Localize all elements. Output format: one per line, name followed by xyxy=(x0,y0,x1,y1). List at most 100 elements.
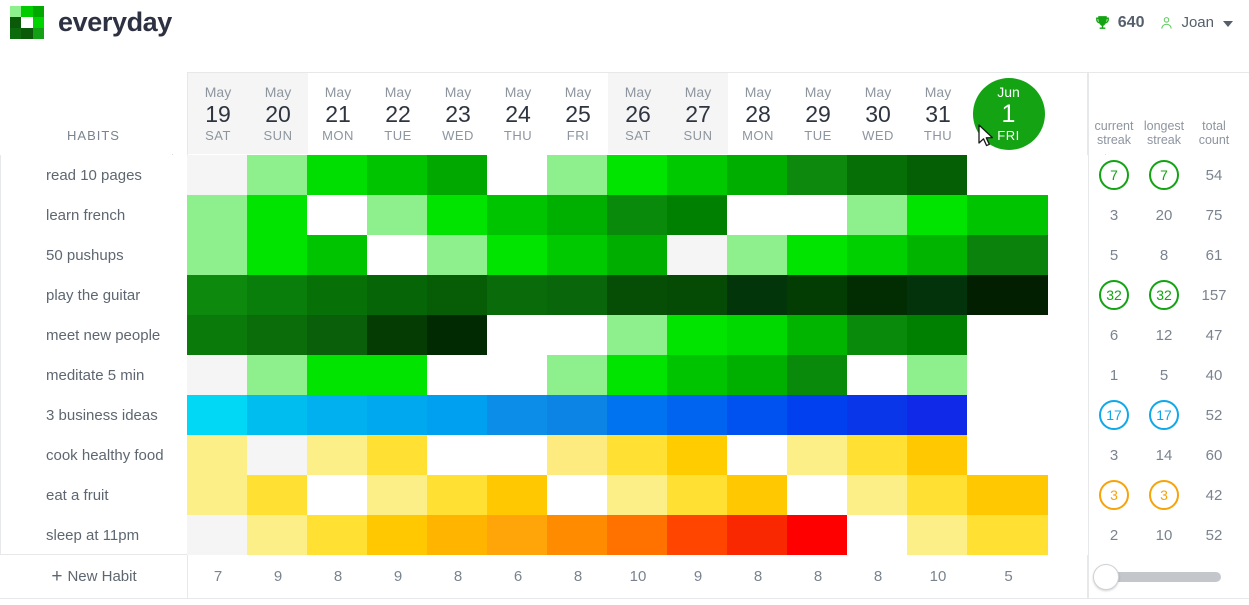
heatmap-cell[interactable] xyxy=(427,315,487,355)
heatmap-cell[interactable] xyxy=(547,155,607,195)
heatmap-cell[interactable] xyxy=(847,395,907,435)
slider-track[interactable] xyxy=(1093,563,1221,590)
heatmap-cell[interactable] xyxy=(367,275,427,315)
habit-name-4[interactable]: meet new people xyxy=(1,315,187,355)
heatmap-cell[interactable] xyxy=(847,275,907,315)
heatmap-cell[interactable] xyxy=(247,475,307,515)
heatmap-cell[interactable] xyxy=(907,315,967,355)
habit-name-1[interactable]: learn french xyxy=(1,195,187,235)
heatmap-cell[interactable] xyxy=(187,155,247,195)
heatmap-cell[interactable] xyxy=(847,315,907,355)
heatmap-cell[interactable] xyxy=(487,355,547,395)
heatmap-cell[interactable] xyxy=(907,355,967,395)
heatmap-cell[interactable] xyxy=(307,515,367,555)
heatmap-cell[interactable] xyxy=(847,435,907,475)
heatmap-cell[interactable] xyxy=(247,275,307,315)
slider-handle[interactable] xyxy=(1093,563,1119,590)
heatmap-cell[interactable] xyxy=(547,275,607,315)
heatmap-cell[interactable] xyxy=(427,235,487,275)
heatmap-cell[interactable] xyxy=(307,355,367,395)
day-header-10[interactable]: May 29 TUE xyxy=(788,73,848,154)
heatmap-cell[interactable] xyxy=(367,235,427,275)
day-header-8[interactable]: May 27 SUN xyxy=(668,73,728,154)
day-header-3[interactable]: May 22 TUE xyxy=(368,73,428,154)
heatmap-cell[interactable] xyxy=(187,195,247,235)
heatmap-cell[interactable] xyxy=(547,475,607,515)
heatmap-cell[interactable] xyxy=(907,395,967,435)
heatmap-cell[interactable] xyxy=(787,195,847,235)
heatmap-cell[interactable] xyxy=(907,155,967,195)
heatmap-cell[interactable] xyxy=(607,515,667,555)
heatmap-cell[interactable] xyxy=(607,315,667,355)
heatmap-cell[interactable] xyxy=(967,355,1048,395)
heatmap-cell[interactable] xyxy=(367,435,427,475)
heatmap-cell[interactable] xyxy=(247,435,307,475)
heatmap-cell[interactable] xyxy=(187,355,247,395)
heatmap-cell[interactable] xyxy=(187,315,247,355)
heatmap-cell[interactable] xyxy=(307,195,367,235)
heatmap-cell[interactable] xyxy=(727,195,787,235)
heatmap-cell[interactable] xyxy=(667,235,727,275)
day-header-13[interactable]: Jun 1 FRI xyxy=(968,73,1049,154)
heatmap-cell[interactable] xyxy=(787,315,847,355)
heatmap-cell[interactable] xyxy=(847,515,907,555)
heatmap-cell[interactable] xyxy=(427,195,487,235)
heatmap-cell[interactable] xyxy=(607,195,667,235)
heatmap-cell[interactable] xyxy=(727,395,787,435)
heatmap-cell[interactable] xyxy=(547,235,607,275)
heatmap-cell[interactable] xyxy=(607,395,667,435)
heatmap-cell[interactable] xyxy=(847,235,907,275)
heatmap-cell[interactable] xyxy=(487,315,547,355)
heatmap-cell[interactable] xyxy=(487,155,547,195)
heatmap-cell[interactable] xyxy=(787,355,847,395)
heatmap-cell[interactable] xyxy=(607,435,667,475)
heatmap-cell[interactable] xyxy=(487,275,547,315)
heatmap-cell[interactable] xyxy=(487,395,547,435)
heatmap-cell[interactable] xyxy=(547,395,607,435)
heatmap-cell[interactable] xyxy=(187,515,247,555)
heatmap-cell[interactable] xyxy=(367,355,427,395)
heatmap-cell[interactable] xyxy=(247,515,307,555)
day-header-4[interactable]: May 23 WED xyxy=(428,73,488,154)
habit-name-7[interactable]: cook healthy food xyxy=(1,435,187,475)
heatmap-cell[interactable] xyxy=(247,395,307,435)
heatmap-cell[interactable] xyxy=(427,355,487,395)
heatmap-cell[interactable] xyxy=(727,355,787,395)
habit-name-0[interactable]: read 10 pages xyxy=(1,155,187,195)
heatmap-cell[interactable] xyxy=(307,435,367,475)
habit-name-5[interactable]: meditate 5 min xyxy=(1,355,187,395)
heatmap-cell[interactable] xyxy=(727,435,787,475)
heatmap-cell[interactable] xyxy=(787,275,847,315)
heatmap-cell[interactable] xyxy=(247,235,307,275)
heatmap-cell[interactable] xyxy=(427,395,487,435)
heatmap-cell[interactable] xyxy=(367,515,427,555)
heatmap-cell[interactable] xyxy=(307,395,367,435)
habit-name-6[interactable]: 3 business ideas xyxy=(1,395,187,435)
heatmap-cell[interactable] xyxy=(367,395,427,435)
heatmap-cell[interactable] xyxy=(667,475,727,515)
day-header-7[interactable]: May 26 SAT xyxy=(608,73,668,154)
heatmap-cell[interactable] xyxy=(367,155,427,195)
heatmap-cell[interactable] xyxy=(667,275,727,315)
heatmap-cell[interactable] xyxy=(727,155,787,195)
zoom-slider[interactable] xyxy=(1088,555,1249,599)
heatmap-cell[interactable] xyxy=(727,475,787,515)
chevron-down-icon[interactable] xyxy=(1223,21,1233,27)
heatmap-cell[interactable] xyxy=(187,395,247,435)
user-name[interactable]: Joan xyxy=(1181,14,1214,31)
heatmap-cell[interactable] xyxy=(787,515,847,555)
heatmap-cell[interactable] xyxy=(607,475,667,515)
heatmap-cell[interactable] xyxy=(967,275,1048,315)
heatmap-cell[interactable] xyxy=(967,475,1048,515)
heatmap-cell[interactable] xyxy=(367,315,427,355)
heatmap-cell[interactable] xyxy=(667,435,727,475)
heatmap-cell[interactable] xyxy=(187,475,247,515)
heatmap-cell[interactable] xyxy=(967,515,1048,555)
heatmap-cell[interactable] xyxy=(307,155,367,195)
heatmap-cell[interactable] xyxy=(607,235,667,275)
heatmap-cell[interactable] xyxy=(307,275,367,315)
heatmap-cell[interactable] xyxy=(187,235,247,275)
heatmap-cell[interactable] xyxy=(967,435,1048,475)
heatmap-cell[interactable] xyxy=(847,195,907,235)
day-header-12[interactable]: May 31 THU xyxy=(908,73,968,154)
